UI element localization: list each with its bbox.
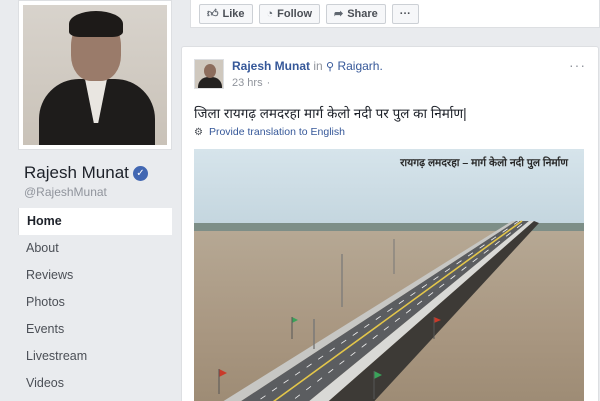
side-nav-item-about[interactable]: About <box>18 235 172 262</box>
side-nav-item-videos[interactable]: Videos <box>18 370 172 397</box>
profile-photo[interactable] <box>18 0 172 150</box>
side-nav: Home About Reviews Photos Events Livestr… <box>18 208 172 397</box>
map-pin-icon: ⚲ <box>326 61 335 73</box>
globe-icon: · <box>266 77 271 89</box>
side-nav-item-livestream[interactable]: Livestream <box>18 343 172 370</box>
thumbs-up-icon: 👍︎ <box>207 8 219 20</box>
rss-icon: ◔ <box>266 7 274 20</box>
gear-icon: ⚙ <box>194 126 203 138</box>
side-nav-item-photos[interactable]: Photos <box>18 289 172 316</box>
profile-name-text[interactable]: Rajesh Munat <box>24 163 129 183</box>
profile-name[interactable]: Rajesh Munat ✓ <box>24 163 148 183</box>
side-nav-item-events[interactable]: Events <box>18 316 172 343</box>
page-action-bar: 👍︎ Like ◔ Follow ➦ Share ··· <box>190 0 600 28</box>
post-card: Rajesh Munat in ⚲ Raigarh. 23 hrs · ··· … <box>181 46 599 401</box>
post-photo[interactable]: रायगढ़ लमदरहा – मार्ग केलो नदी पुल निर्म… <box>194 149 584 401</box>
post-header: Rajesh Munat in ⚲ Raigarh. <box>232 59 383 73</box>
post-options-menu[interactable]: ··· <box>569 57 586 73</box>
follow-button[interactable]: ◔ Follow <box>258 3 320 24</box>
post-timestamp[interactable]: 23 hrs · <box>232 77 270 89</box>
post-text: जिला रायगढ़ लमदरहा मार्ग केलो नदी पर पुल… <box>194 106 467 121</box>
follow-button-label: Follow <box>277 7 312 20</box>
side-nav-item-home[interactable]: Home <box>18 208 172 235</box>
post-author-link[interactable]: Rajesh Munat <box>232 59 310 73</box>
share-arrow-icon: ➦ <box>334 8 344 20</box>
verified-badge-icon: ✓ <box>132 165 148 181</box>
post-in-label: in <box>313 59 323 73</box>
post-time-text[interactable]: 23 hrs <box>232 77 263 89</box>
like-button-label: Like <box>222 7 245 20</box>
profile-handle[interactable]: @RajeshMunat <box>24 185 107 199</box>
more-options-button[interactable]: ··· <box>391 3 419 24</box>
photo-caption: रायगढ़ लमदरहा – मार्ग केलो नदी पुल निर्म… <box>400 157 568 169</box>
like-button[interactable]: 👍︎ Like <box>199 3 253 24</box>
side-nav-item-reviews[interactable]: Reviews <box>18 262 172 289</box>
provide-translation-link[interactable]: Provide translation to English <box>209 126 345 138</box>
share-button[interactable]: ➦ Share <box>326 3 386 24</box>
post-location-link[interactable]: Raigarh. <box>337 59 382 73</box>
post-author-avatar[interactable] <box>194 59 224 89</box>
translation-row: ⚙ Provide translation to English <box>194 126 345 138</box>
bridge-illustration <box>218 220 539 401</box>
share-button-label: Share <box>347 7 378 20</box>
profile-photo-image <box>23 5 167 145</box>
